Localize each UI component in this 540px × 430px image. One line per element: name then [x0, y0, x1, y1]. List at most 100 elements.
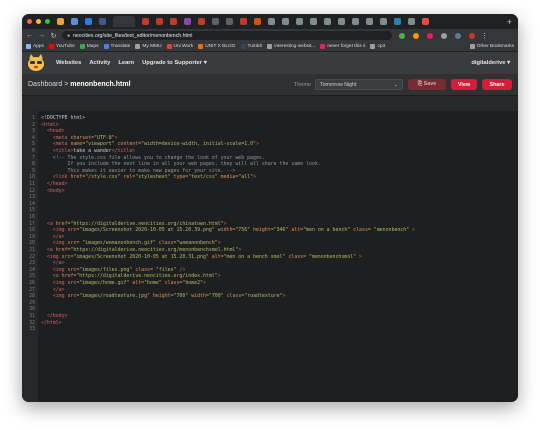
close-window-button[interactable]: [27, 19, 32, 24]
address-bar[interactable]: ● neocities.org/site_files/text_editor/m…: [62, 31, 392, 40]
code-text: <img src="images/Screenshot 2020-10-05 a…: [41, 254, 362, 261]
browser-tab[interactable]: [98, 18, 106, 25]
profile-avatar[interactable]: [468, 32, 475, 39]
browser-tab[interactable]: [253, 18, 261, 25]
bookmark-item[interactable]: Translate: [103, 44, 130, 49]
browser-tab[interactable]: [421, 18, 429, 25]
bookmark-item[interactable]: never forget this s: [320, 44, 365, 49]
browser-tab[interactable]: [309, 18, 317, 25]
browser-tab[interactable]: [351, 18, 359, 25]
bookmark-item[interactable]: Apps: [26, 44, 44, 49]
nav-learn[interactable]: Learn: [118, 60, 134, 66]
browser-tab[interactable]: [239, 18, 247, 25]
line-number: 14: [29, 200, 35, 207]
view-button[interactable]: View: [451, 79, 477, 90]
forward-arrow-icon[interactable]: →: [38, 32, 45, 39]
browser-tab[interactable]: [281, 18, 289, 25]
browser-tab[interactable]: [197, 18, 205, 25]
line-number: 27: [29, 286, 35, 293]
bookmark-item[interactable]: YouTube: [48, 44, 75, 49]
code-token: />: [179, 266, 186, 273]
code-token: "https://digitalderive.neocities.org/men…: [70, 247, 239, 253]
code-text: <link href="/style.css" rel="stylesheet"…: [41, 174, 256, 181]
browser-tab-active[interactable]: [112, 16, 135, 27]
bookmark-icon: [166, 44, 172, 49]
code-token: src=: [61, 253, 74, 260]
user-menu[interactable]: digitalderive ▾: [471, 60, 510, 66]
browser-tab[interactable]: [337, 18, 345, 25]
bookmark-item[interactable]: Tumblr: [240, 44, 262, 49]
reload-icon[interactable]: ↻: [50, 32, 57, 40]
browser-tab[interactable]: [365, 18, 373, 25]
bookmark-item[interactable]: Uni Work: [166, 44, 193, 49]
line-number: 6: [32, 148, 35, 154]
back-arrow-icon[interactable]: ←: [26, 32, 33, 39]
nav-websites[interactable]: Websites: [56, 60, 81, 66]
bookmark-label: UNIT X BLOG: [205, 44, 236, 49]
new-tab-icon[interactable]: +: [507, 17, 512, 27]
theme-select[interactable]: Tomorrow Night ⌄: [315, 79, 403, 90]
minimize-window-button[interactable]: [36, 19, 41, 24]
browser-tab[interactable]: [267, 18, 275, 25]
extension-icon[interactable]: [454, 32, 461, 39]
browser-tab[interactable]: [84, 18, 92, 25]
nav-activity[interactable]: Activity: [89, 60, 110, 66]
line-number: 19: [29, 233, 35, 240]
neocities-logo-icon[interactable]: [24, 52, 48, 74]
code-line: 10 <link href="/style.css" rel="styleshe…: [22, 174, 518, 181]
browser-tab[interactable]: [407, 18, 415, 25]
url-text: neocities.org/site_files/text_editor/men…: [73, 32, 193, 39]
browser-tab[interactable]: [183, 18, 191, 25]
bookmark-item[interactable]: cp3: [370, 44, 385, 49]
extension-icon[interactable]: [440, 32, 447, 39]
bookmark-item[interactable]: interesting websit...: [267, 44, 315, 49]
extension-icon[interactable]: [398, 32, 405, 39]
browser-tab[interactable]: [155, 18, 163, 25]
browser-tab[interactable]: [56, 18, 64, 25]
code-text: <meta name="viewport" content="width=dev…: [41, 141, 259, 148]
extension-icon[interactable]: [412, 32, 419, 39]
code-line: 7 <!-- The style.css file allows you to …: [22, 155, 518, 162]
code-token: alt=: [132, 280, 145, 286]
extension-icon[interactable]: [426, 32, 433, 39]
code-token: "roadtexture": [244, 293, 283, 300]
line-number: 25: [29, 273, 35, 280]
breadcrumb-dashboard[interactable]: Dashboard: [28, 81, 62, 88]
browser-tab[interactable]: [295, 18, 303, 25]
browser-tab[interactable]: [323, 18, 331, 25]
browser-tab[interactable]: [169, 18, 177, 25]
code-token: src=: [67, 293, 80, 300]
code-text: <img src="images/roadtexture.jpg" height…: [41, 293, 286, 300]
menu-dots-icon[interactable]: ⋮: [481, 32, 488, 40]
browser-tab[interactable]: [141, 18, 149, 25]
theme-value: Tomorrow Night: [320, 81, 357, 88]
code-text: <!DOCTYPE html>: [41, 115, 85, 122]
browser-tab[interactable]: [379, 18, 387, 25]
bookmark-icon: [370, 44, 376, 49]
code-token: width=: [217, 227, 236, 234]
line-number: 33: [29, 326, 35, 333]
browser-tab[interactable]: [393, 18, 401, 25]
maximize-window-button[interactable]: [45, 19, 50, 24]
bookmark-item[interactable]: UNIT X BLOG: [198, 44, 236, 49]
code-editor[interactable]: 1 <!DOCTYPE html> 2 <html> 3 <head> 4 <meta c…: [22, 111, 518, 402]
code-token: class=: [164, 280, 183, 286]
code-token: <html>: [41, 121, 59, 128]
browser-tab[interactable]: [225, 18, 233, 25]
save-button[interactable]: ⎘ Save: [408, 79, 446, 90]
other-bookmarks[interactable]: Other Bookmarks: [469, 44, 514, 49]
line-number: 21: [29, 247, 35, 253]
code-token: "menonbenchsmol": [306, 253, 360, 260]
code-line: 31 </body>: [22, 313, 518, 320]
share-button[interactable]: Share: [482, 79, 512, 90]
code-text: <img src="images/Screenshot 2020-10-05 a…: [41, 227, 415, 234]
code-token: >: [255, 141, 259, 148]
bookmark-item[interactable]: Maps: [79, 44, 99, 49]
code-token: </a>: [52, 286, 65, 293]
code-line: 5 <meta name="viewport" content="width=d…: [22, 141, 518, 148]
nav-upgrade[interactable]: Upgrade to Supporter ♥: [142, 60, 207, 66]
browser-tab[interactable]: [70, 18, 78, 25]
browser-tab[interactable]: [211, 18, 219, 25]
bookmark-item[interactable]: My MMU: [135, 44, 162, 49]
